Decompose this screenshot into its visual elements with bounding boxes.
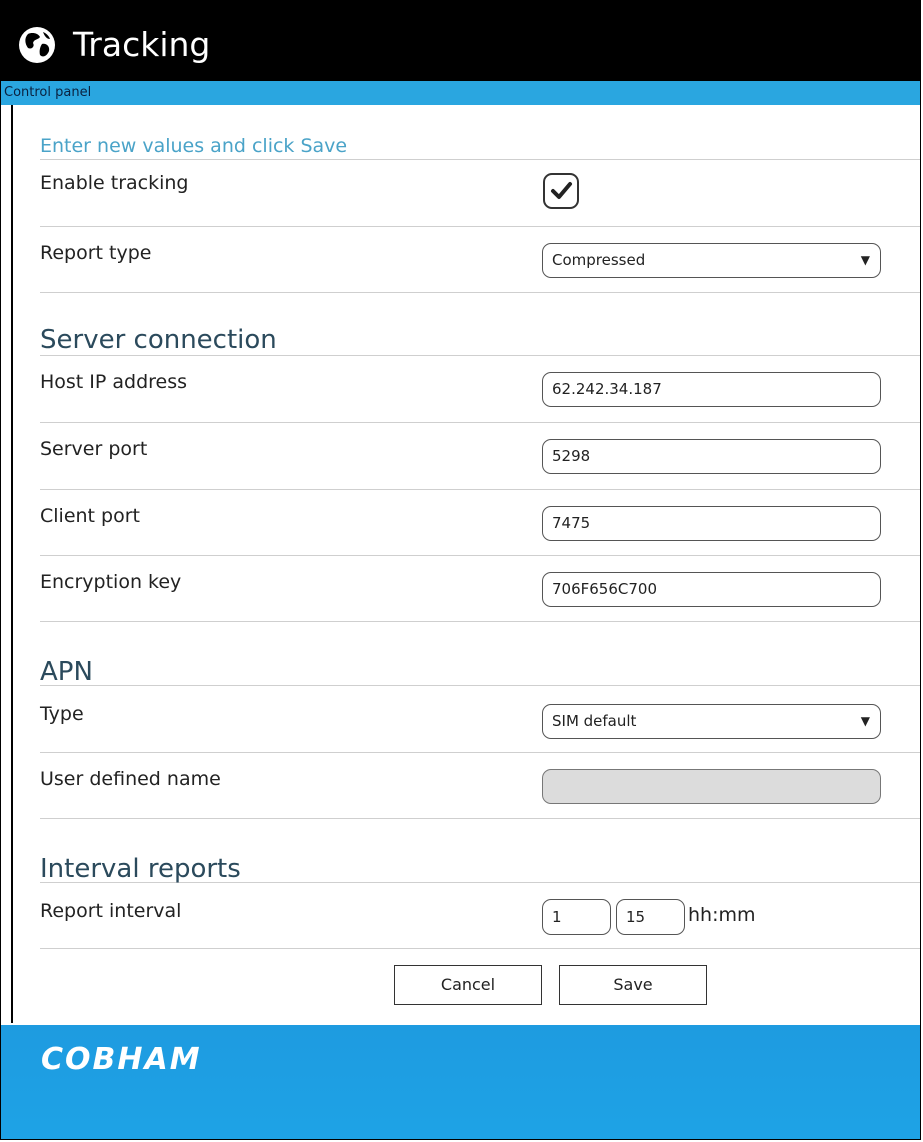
dropdown-arrow-icon: ▼ — [860, 253, 870, 267]
dropdown-arrow-icon: ▼ — [860, 714, 870, 728]
apn-type-value: SIM default — [552, 712, 637, 730]
checkmark-icon — [551, 182, 572, 199]
divider — [40, 818, 920, 819]
globe-icon — [19, 27, 55, 63]
cancel-button[interactable]: Cancel — [394, 965, 542, 1005]
host-ip-input[interactable]: 62.242.34.187 — [542, 372, 881, 407]
footer: COBHAM — [1, 1025, 920, 1139]
report-type-label: Report type — [40, 242, 152, 264]
divider — [40, 226, 920, 227]
interval-reports-heading: Interval reports — [40, 854, 920, 884]
divider — [40, 621, 920, 622]
client-port-input[interactable]: 7475 — [542, 506, 881, 541]
breadcrumb[interactable]: Control panel — [4, 84, 91, 102]
apn-heading: APN — [40, 657, 920, 687]
report-type-value: Compressed — [552, 251, 646, 269]
report-interval-hours: 1 — [552, 908, 562, 926]
encryption-key-input[interactable]: 706F656C700 — [542, 572, 881, 607]
divider — [40, 948, 920, 949]
encryption-key-value: 706F656C700 — [552, 580, 657, 598]
report-interval-hours-input[interactable]: 1 — [542, 899, 611, 935]
host-ip-label: Host IP address — [40, 371, 188, 393]
divider — [40, 422, 920, 423]
left-border — [11, 105, 13, 1023]
page-title: Tracking — [73, 25, 211, 64]
user-defined-name-input — [542, 769, 881, 804]
server-port-input[interactable]: 5298 — [542, 439, 881, 474]
server-connection-heading: Server connection — [40, 325, 920, 356]
enable-tracking-checkbox[interactable] — [543, 173, 579, 209]
report-interval-label: Report interval — [40, 900, 182, 922]
divider — [40, 752, 920, 753]
report-type-select[interactable]: Compressed ▼ — [542, 243, 881, 278]
apn-type-select[interactable]: SIM default ▼ — [542, 704, 881, 739]
report-interval-minutes: 15 — [626, 908, 646, 926]
divider — [40, 489, 920, 490]
enable-tracking-label: Enable tracking — [40, 172, 189, 194]
cobham-logo: COBHAM — [41, 1042, 202, 1077]
page-frame: Tracking Control panel Enter new values … — [0, 0, 921, 1140]
breadcrumb-bar: Control panel — [1, 81, 920, 105]
server-port-label: Server port — [40, 438, 148, 460]
divider — [40, 292, 920, 293]
save-button[interactable]: Save — [559, 965, 707, 1005]
app-header: Tracking — [1, 1, 920, 81]
divider — [40, 555, 920, 556]
form-intro: Enter new values and click Save — [40, 135, 920, 160]
report-interval-minutes-input[interactable]: 15 — [616, 899, 685, 935]
apn-type-label: Type — [40, 703, 84, 725]
host-ip-value: 62.242.34.187 — [552, 380, 662, 398]
client-port-label: Client port — [40, 505, 140, 527]
report-interval-unit: hh:mm — [688, 904, 756, 926]
client-port-value: 7475 — [552, 514, 591, 532]
user-defined-name-label: User defined name — [40, 768, 221, 790]
server-port-value: 5298 — [552, 447, 591, 465]
encryption-key-label: Encryption key — [40, 571, 182, 593]
